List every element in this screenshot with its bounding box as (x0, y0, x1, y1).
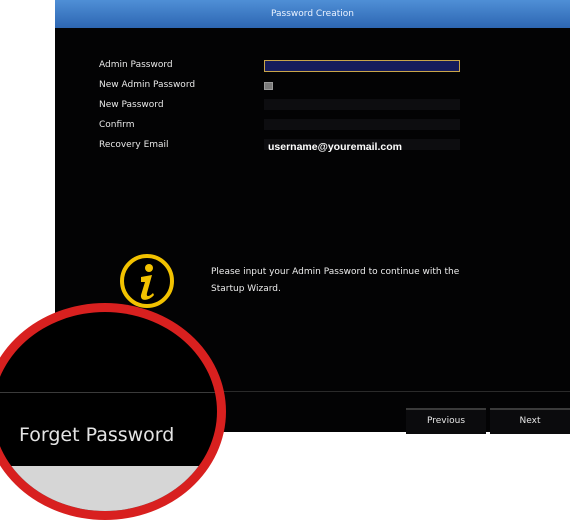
info-icon (120, 254, 174, 308)
forget-password-button[interactable]: Forget Password (19, 424, 174, 446)
new-password-field[interactable] (264, 99, 460, 110)
magnified-view: Forget Password (0, 312, 217, 511)
new-admin-password-label: New Admin Password (99, 80, 196, 90)
previous-button[interactable]: Previous (406, 408, 486, 434)
recovery-email-label: Recovery Email (99, 140, 169, 150)
new-password-label: New Password (99, 100, 164, 110)
confirm-password-field[interactable] (264, 119, 460, 130)
window-title: Password Creation (55, 0, 570, 28)
new-admin-password-checkbox[interactable] (264, 82, 273, 90)
next-button[interactable]: Next (490, 408, 570, 434)
magnified-footer-area (0, 466, 217, 511)
magnified-divider (0, 392, 217, 393)
magnifier-callout: Forget Password (0, 303, 226, 520)
confirm-label: Confirm (99, 120, 135, 130)
admin-password-label: Admin Password (99, 60, 173, 70)
info-message-line-1: Please input your Admin Password to cont… (211, 267, 460, 277)
admin-password-field[interactable] (264, 60, 460, 72)
info-message-line-2: Startup Wizard. (211, 284, 281, 294)
recovery-email-value: username@youremail.com (268, 141, 402, 153)
info-message: Please input your Admin Password to cont… (211, 264, 511, 298)
